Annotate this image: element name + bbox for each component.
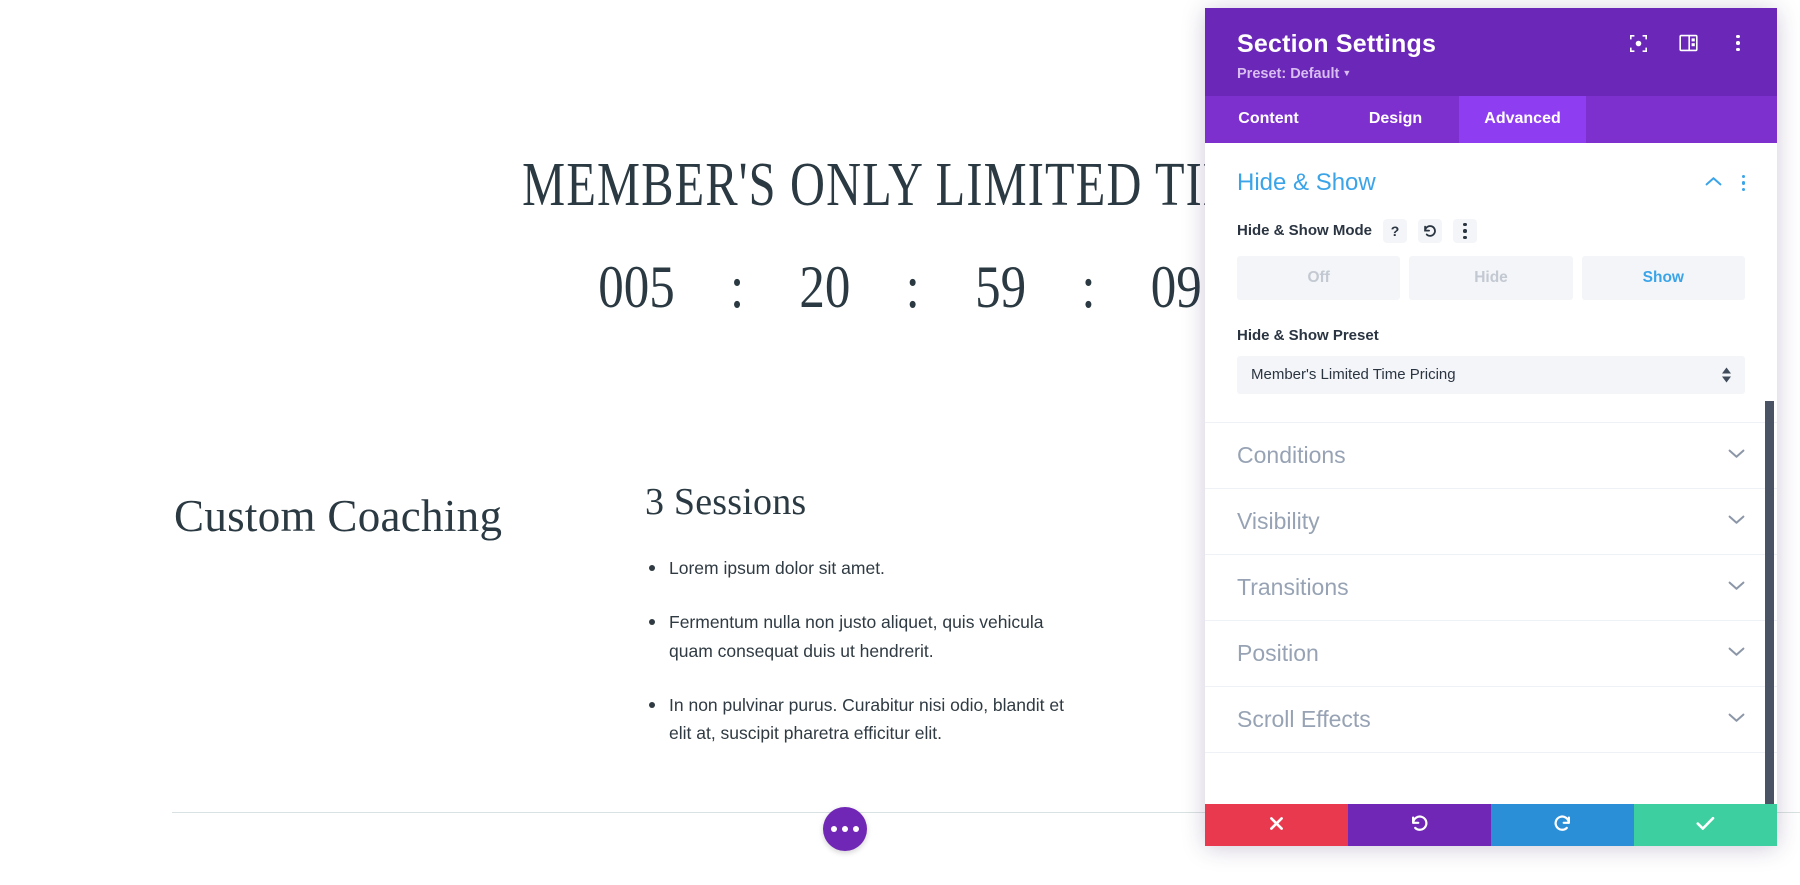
ellipsis-horizontal-icon <box>853 826 859 832</box>
accordion-visibility[interactable]: Visibility <box>1205 489 1777 555</box>
list-item: Lorem ipsum dolor sit amet. <box>645 554 1085 582</box>
chevron-down-icon: ▼ <box>1342 67 1352 78</box>
question-mark-icon[interactable]: ? <box>1383 218 1407 243</box>
hide-show-preset-select[interactable]: Member's Limited Time Pricing <box>1237 355 1745 394</box>
countdown-sep-2: : <box>905 254 920 320</box>
undo-arrow-icon <box>1410 814 1429 836</box>
checkmark-icon <box>1696 816 1715 834</box>
overflow-menu-icon[interactable] <box>1453 218 1477 243</box>
ellipsis-horizontal-icon <box>842 826 848 832</box>
mode-option-hide[interactable]: Hide <box>1409 255 1573 300</box>
section-title: Hide & Show <box>1237 168 1376 196</box>
middle-column-title: 3 Sessions <box>645 481 807 523</box>
countdown-hours: 20 <box>799 254 851 320</box>
chevron-down-icon <box>1728 710 1745 728</box>
dot <box>1741 181 1745 185</box>
preset-selector[interactable]: Preset: Default ▼ <box>1237 66 1745 82</box>
chevron-down-icon <box>1728 578 1745 596</box>
panel-header: Section Settings Preset: Default ▼ <box>1205 8 1777 96</box>
list-item: In non pulvinar purus. Curabitur nisi od… <box>645 691 1085 748</box>
overflow-menu-icon[interactable] <box>1727 32 1749 54</box>
layout-panel-icon[interactable] <box>1677 32 1699 54</box>
accordion-scroll-effects[interactable]: Scroll Effects <box>1205 687 1777 753</box>
chevron-down-icon <box>1728 446 1745 464</box>
panel-body: Hide & Show Hide & Show Mode ? Off Hide … <box>1205 142 1777 804</box>
dot <box>1736 34 1740 39</box>
chevron-down-icon <box>1728 644 1745 662</box>
chevron-down-icon <box>1728 512 1745 530</box>
hide-show-preset-value: Member's Limited Time Pricing <box>1251 366 1456 384</box>
section-settings-panel: Section Settings Preset: Default ▼ Conte… <box>1205 8 1777 846</box>
redo-button[interactable] <box>1491 804 1634 846</box>
tab-advanced[interactable]: Advanced <box>1459 95 1586 143</box>
up-down-arrows-icon <box>1722 367 1731 383</box>
feature-list: Lorem ipsum dolor sit amet. Fermentum nu… <box>645 554 1085 748</box>
list-item: Fermentum nulla non justo aliquet, quis … <box>645 608 1085 665</box>
redo-arrow-icon <box>1553 814 1572 836</box>
accordion-position[interactable]: Position <box>1205 621 1777 687</box>
accordion-label: Position <box>1237 639 1319 666</box>
accordion-label: Visibility <box>1237 507 1320 534</box>
focus-target-icon[interactable] <box>1627 32 1649 54</box>
dot <box>1463 229 1467 233</box>
accordion-label: Transitions <box>1237 573 1349 600</box>
overflow-menu-icon[interactable] <box>1741 174 1745 191</box>
undo-button[interactable] <box>1348 804 1491 846</box>
save-button[interactable] <box>1634 804 1777 846</box>
accordion-conditions[interactable]: Conditions <box>1205 423 1777 489</box>
ellipsis-horizontal-icon <box>831 826 837 832</box>
hide-show-preset-label: Hide & Show Preset <box>1237 326 1379 344</box>
preset-label: Preset: Default <box>1237 65 1340 82</box>
mode-option-off[interactable]: Off <box>1237 255 1401 300</box>
panel-scrollbar-thumb[interactable] <box>1765 400 1774 804</box>
reset-arrow-icon[interactable] <box>1418 218 1442 243</box>
hide-show-mode-label-row: Hide & Show Mode ? <box>1237 218 1745 243</box>
accordion-transitions[interactable]: Transitions <box>1205 555 1777 621</box>
accordion-label: Conditions <box>1237 441 1346 468</box>
hide-show-mode-label: Hide & Show Mode <box>1237 222 1372 240</box>
hide-and-show-header[interactable]: Hide & Show <box>1237 169 1745 197</box>
section-controls <box>1705 174 1745 192</box>
left-column-title: Custom Coaching <box>174 491 503 541</box>
hide-show-mode-buttons: Off Hide Show <box>1237 255 1745 300</box>
dot <box>1741 174 1745 178</box>
accordion-label: Scroll Effects <box>1237 705 1371 732</box>
middle-column: 3 Sessions Lorem ipsum dolor sit amet. F… <box>645 480 1085 774</box>
hide-and-show-section: Hide & Show Hide & Show Mode ? Off Hide … <box>1205 143 1777 394</box>
cancel-button[interactable] <box>1205 804 1348 846</box>
mode-option-show[interactable]: Show <box>1581 255 1745 300</box>
dot <box>1736 41 1740 45</box>
dot <box>1463 222 1467 226</box>
section-add-button[interactable] <box>823 807 867 851</box>
chevron-up-icon[interactable] <box>1705 174 1722 192</box>
panel-tabs: Content Design Advanced <box>1205 95 1777 143</box>
panel-footer <box>1205 804 1777 846</box>
tab-content[interactable]: Content <box>1205 96 1332 143</box>
countdown-seconds: 09 <box>1150 254 1202 320</box>
close-x-icon <box>1268 815 1285 835</box>
countdown-minutes: 59 <box>975 254 1027 320</box>
countdown-days: 005 <box>598 254 675 320</box>
dot <box>1741 187 1745 191</box>
advanced-accordion: Conditions Visibility Transitions Positi… <box>1205 421 1777 753</box>
countdown-sep-1: : <box>729 254 745 320</box>
dot <box>1736 47 1740 52</box>
dot <box>1463 235 1467 239</box>
tab-design[interactable]: Design <box>1332 96 1459 143</box>
panel-header-icons <box>1627 32 1749 54</box>
countdown-sep-3: : <box>1081 254 1096 320</box>
